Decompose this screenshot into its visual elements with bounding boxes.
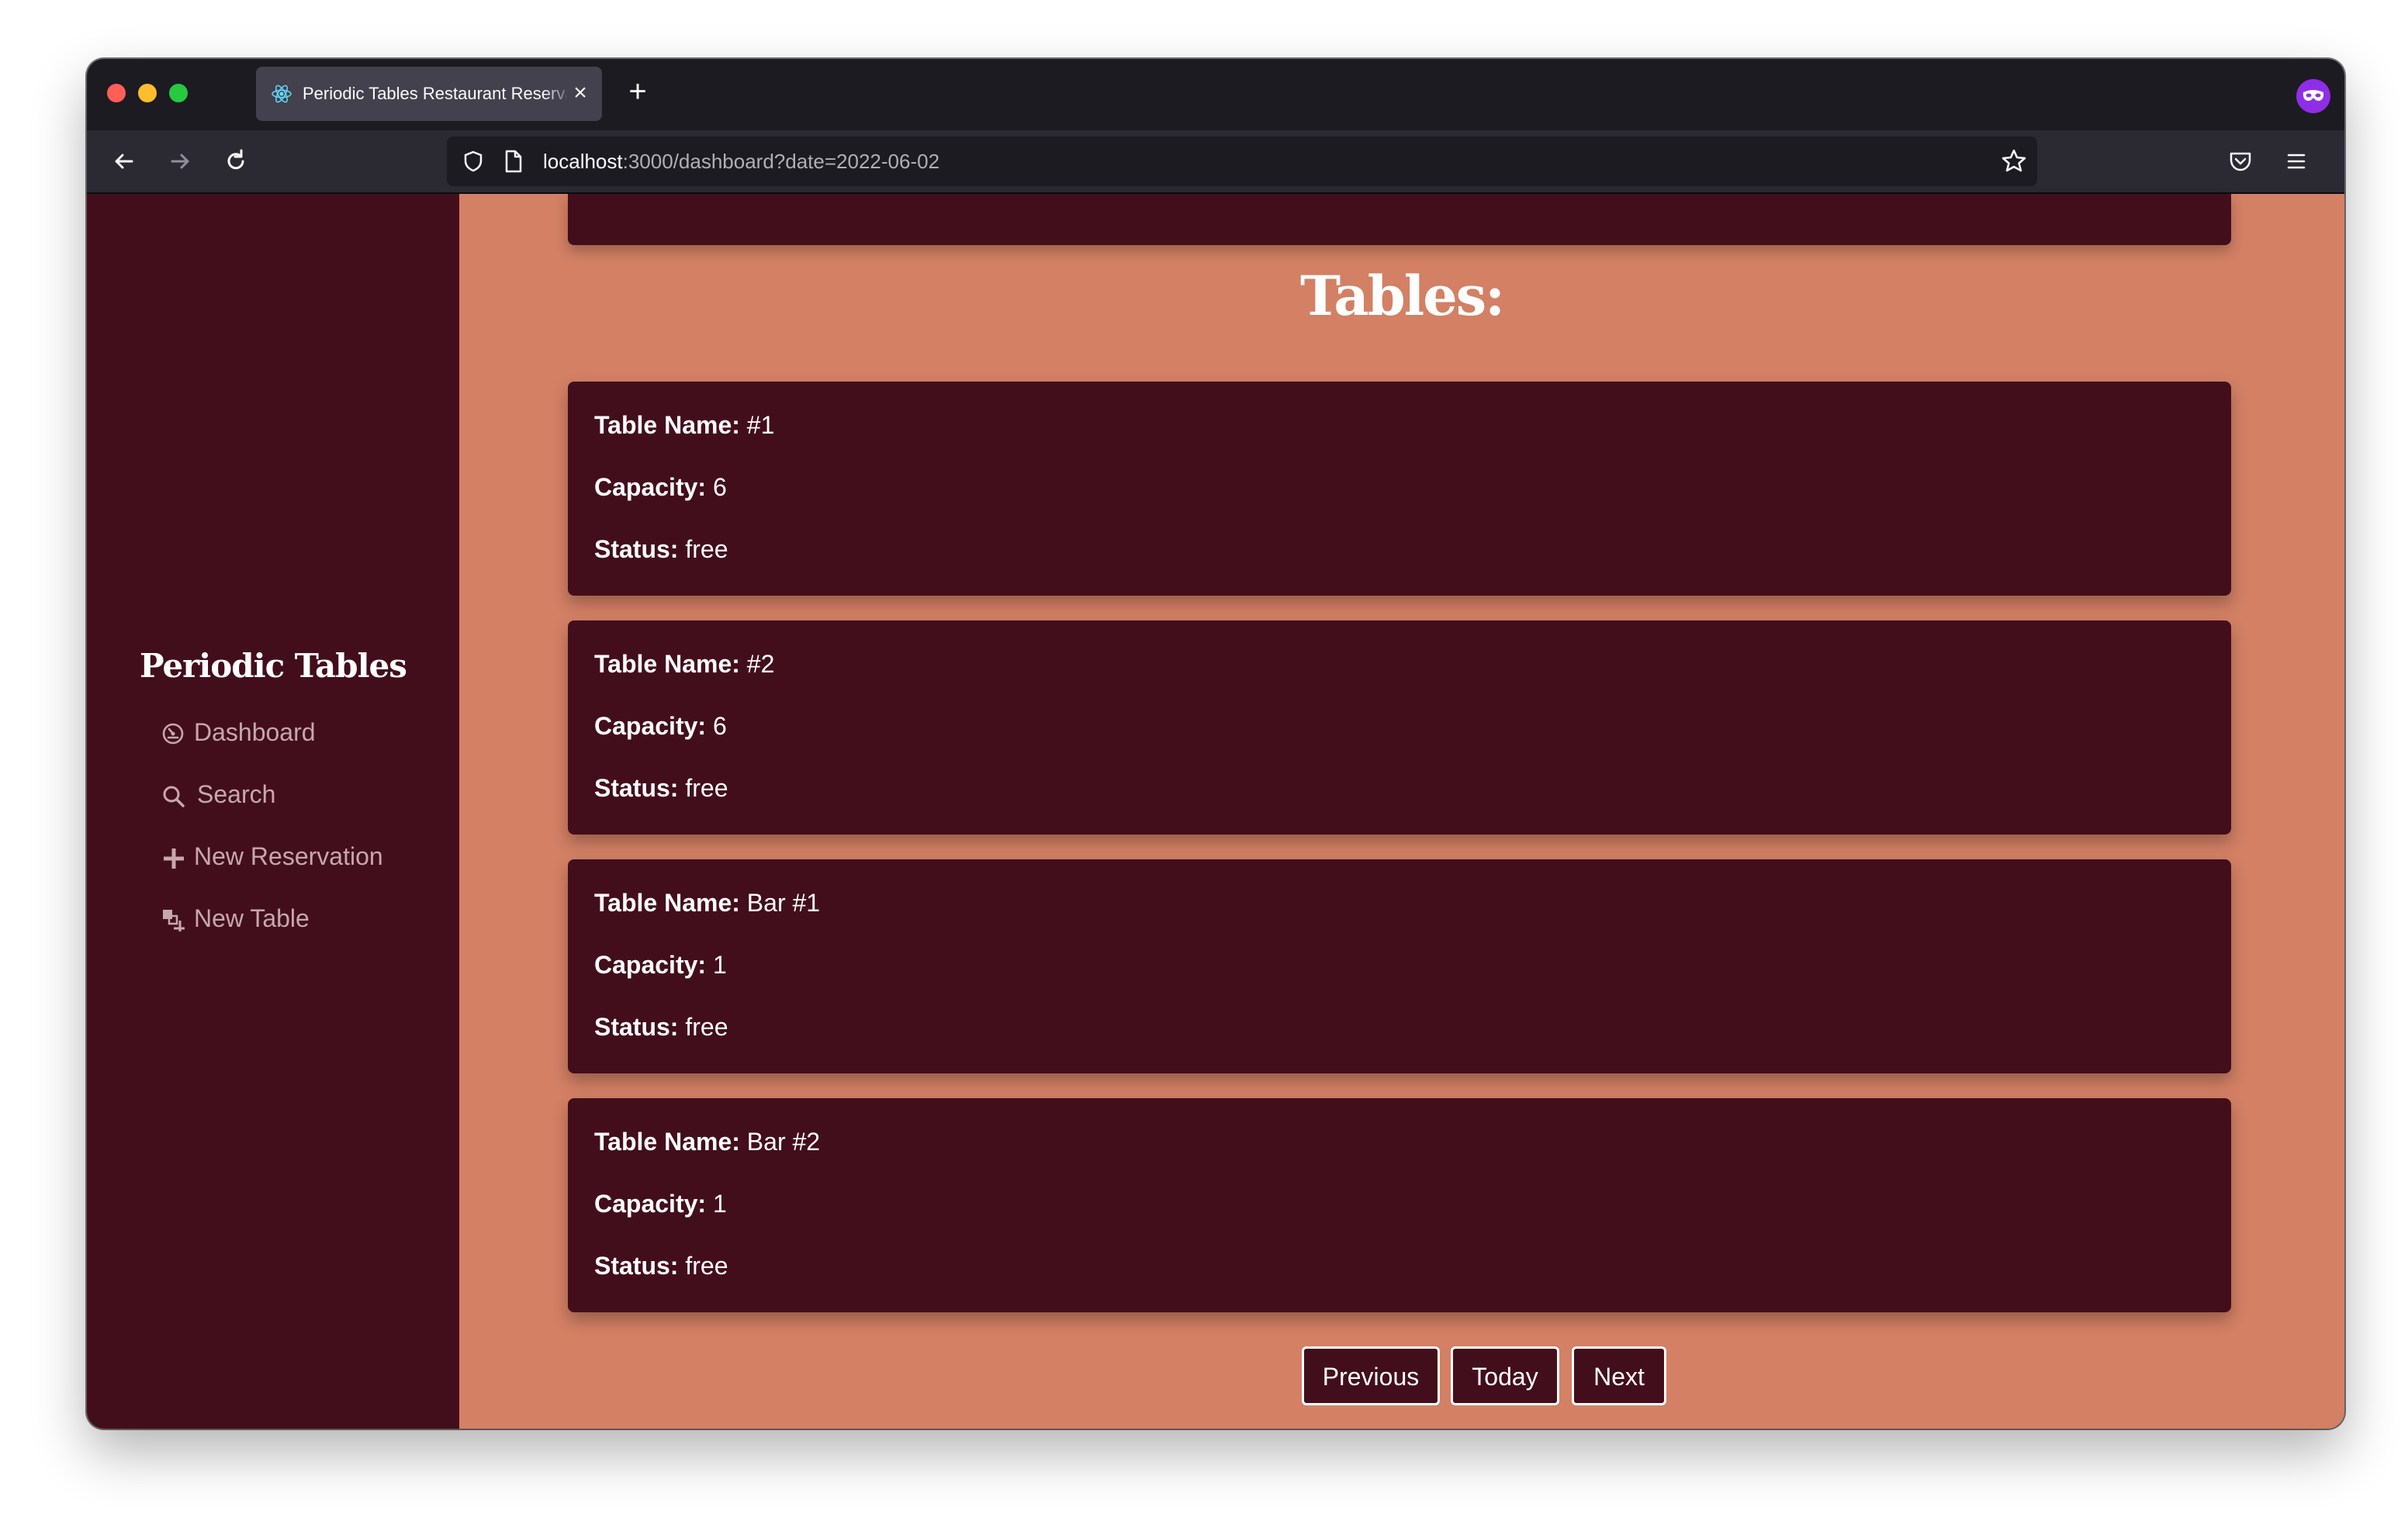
search-icon (163, 786, 185, 807)
back-arrow-icon[interactable] (107, 144, 141, 178)
table-card: Table Name: Bar #1 Capacity: 1 Status: f… (568, 859, 2231, 1073)
table-name-line: Table Name: Bar #2 (594, 1128, 821, 1156)
status-line: Status: free (594, 535, 728, 563)
url-path: :3000/dashboard?date=2022-06-02 (622, 150, 940, 173)
pocket-icon[interactable] (2226, 147, 2254, 175)
close-tab-icon[interactable]: × (569, 81, 591, 105)
page-content: Periodic Tables Dashboard Search New Res… (87, 194, 2344, 1429)
status-value: free (685, 774, 728, 802)
forward-arrow-icon[interactable] (163, 144, 197, 178)
status-value: free (685, 1252, 728, 1280)
bookmark-star-icon[interactable] (2000, 147, 2028, 175)
close-window-button[interactable] (107, 84, 126, 102)
maximize-window-button[interactable] (169, 84, 188, 102)
mask-icon (2302, 90, 2324, 101)
sidebar-item-label: New Table (194, 904, 310, 932)
sidebar: Periodic Tables Dashboard Search New Res… (87, 194, 459, 1429)
reload-icon[interactable] (219, 144, 253, 178)
plus-icon (164, 848, 184, 869)
table-name-value: #2 (746, 650, 775, 678)
status-line: Status: free (594, 1252, 728, 1280)
dashboard-icon (162, 723, 184, 745)
capacity-line: Capacity: 6 (594, 712, 727, 740)
capacity-value: 6 (712, 473, 727, 501)
status-line: Status: free (594, 774, 728, 802)
new-tab-icon[interactable]: + (622, 76, 653, 107)
status-value: free (685, 1013, 728, 1041)
navigation-bar: localhost:3000/dashboard?date=2022-06-02 (87, 130, 2344, 194)
url-text[interactable]: localhost:3000/dashboard?date=2022-06-02 (543, 137, 939, 186)
table-name-value: #1 (746, 411, 775, 439)
browser-window: Periodic Tables Restaurant Reservations … (87, 59, 2344, 1429)
minimize-window-button[interactable] (138, 84, 157, 102)
sidebar-item-label: Search (197, 780, 276, 808)
capacity-value: 1 (712, 1190, 727, 1218)
table-card: Table Name: #1 Capacity: 6 Status: free (568, 382, 2231, 596)
next-button[interactable]: Next (1572, 1346, 1666, 1405)
tables-heading: Tables: (1299, 264, 1505, 328)
capacity-line: Capacity: 1 (594, 1190, 727, 1218)
today-button[interactable]: Today (1451, 1346, 1559, 1405)
sidebar-item-label: Dashboard (194, 718, 316, 746)
capacity-line: Capacity: 1 (594, 951, 727, 979)
capacity-line: Capacity: 6 (594, 473, 727, 501)
shield-icon[interactable] (461, 149, 486, 174)
reservations-panel-bottom (568, 194, 2231, 245)
table-card: Table Name: #2 Capacity: 6 Status: free (568, 620, 2231, 835)
table-name-line: Table Name: #2 (594, 650, 775, 678)
sidebar-item-label: New Reservation (194, 842, 383, 870)
url-bar[interactable]: localhost:3000/dashboard?date=2022-06-02 (447, 137, 2037, 186)
table-name-value: Bar #1 (746, 889, 821, 917)
page-icon (505, 150, 522, 173)
browser-tab[interactable]: Periodic Tables Restaurant Reservations … (256, 67, 602, 121)
tab-bar: Periodic Tables Restaurant Reservations … (87, 59, 2344, 130)
url-host: localhost (543, 150, 623, 173)
table-icon (163, 910, 185, 931)
table-name-value: Bar #2 (746, 1128, 821, 1156)
main-content: Tables: Table Name: #1 Capacity: 6 Statu… (459, 194, 2344, 1429)
table-name-line: Table Name: Bar #1 (594, 889, 821, 917)
account-icon[interactable] (2296, 79, 2330, 113)
react-icon (272, 85, 292, 103)
capacity-value: 1 (712, 951, 727, 979)
menu-icon[interactable] (2282, 147, 2310, 175)
table-card: Table Name: Bar #2 Capacity: 1 Status: f… (568, 1098, 2231, 1312)
status-value: free (685, 535, 728, 563)
capacity-value: 6 (712, 712, 727, 740)
status-line: Status: free (594, 1013, 728, 1041)
tab-title: Periodic Tables Restaurant Reservations (303, 84, 566, 103)
brand-title[interactable]: Periodic Tables (140, 647, 407, 685)
previous-button[interactable]: Previous (1302, 1346, 1440, 1405)
table-name-line: Table Name: #1 (594, 411, 775, 439)
